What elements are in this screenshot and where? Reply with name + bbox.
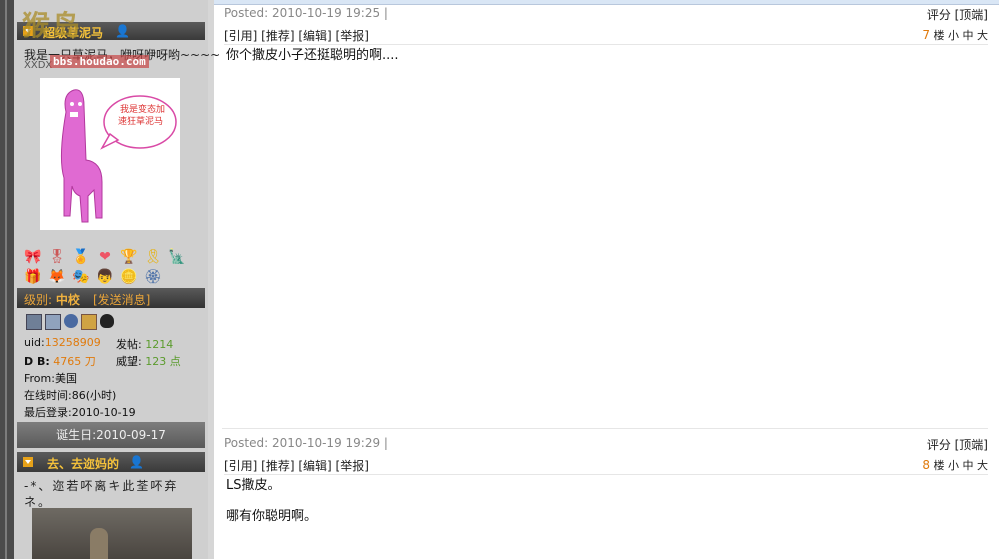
last-login: 最后登录:2010-10-19 — [24, 406, 136, 419]
user-icon: 👤 — [129, 455, 144, 469]
watermark-url: bbs.houdao.com — [50, 55, 149, 68]
online-time: 在线时间:86(小时) — [24, 389, 117, 402]
post-text: 你个撒皮小子还挺聪明的啊.... — [226, 48, 399, 63]
profile-card-icon[interactable] — [26, 314, 42, 330]
user-action-icons — [26, 314, 114, 330]
post-timestamp: Posted: 2010-10-19 19:25 | — [224, 6, 388, 20]
db-value: 4765 刀 — [53, 355, 96, 368]
level-label: 级别: 中校 — [24, 291, 80, 308]
floor-number: 7 — [922, 28, 930, 42]
post-actions[interactable]: [引用] [推荐] [编辑] [举报] — [224, 27, 369, 44]
medal-icon[interactable]: 🗽 — [168, 248, 186, 266]
medal-icon[interactable]: 🎭 — [72, 268, 90, 286]
avatar-speech-1: 我是变态加 — [120, 103, 165, 115]
medal-icon[interactable]: 🎗 — [144, 248, 162, 266]
floor-info: 8 楼 小 中 大 — [922, 457, 988, 473]
user2-title[interactable]: 去、去迩妈的 — [47, 455, 119, 472]
collapse-arrow-icon[interactable] — [23, 457, 33, 467]
user2-avatar — [32, 508, 192, 559]
font-size-links[interactable]: 小 中 大 — [948, 459, 988, 472]
medal-icon[interactable]: 🏵 — [144, 268, 162, 286]
from-text: From:美国 — [24, 372, 77, 385]
prestige-label: 威望: — [116, 355, 142, 368]
level-label-text: 级别: — [24, 293, 53, 307]
level-bar: 级别: 中校 [发送消息] — [17, 288, 205, 308]
birthday-bar: 诞生日:2010-09-17 — [17, 422, 205, 448]
post-content: 你个撒皮小子还挺聪明的啊.... — [226, 48, 399, 79]
post-text: LS撒皮。 — [226, 478, 281, 493]
medal-icon[interactable]: 👦 — [96, 268, 114, 286]
top-bar — [214, 0, 999, 5]
sidebar-border — [208, 0, 214, 559]
add-friend-icon[interactable] — [64, 314, 78, 328]
font-size-links[interactable]: 小 中 大 — [948, 29, 988, 42]
floor-label: 楼 — [933, 459, 945, 472]
medal-list: 🎀 🎖 🏅 ❤ 🏆 🎗 🗽 🎁 🦊 🎭 👦 🪙 🏵 — [24, 248, 200, 286]
uid-label: uid: — [24, 336, 45, 349]
medal-icon[interactable]: 🎁 — [24, 268, 42, 286]
rate-top-links[interactable]: 评分 [顶端] — [927, 436, 988, 453]
post-content: LS撒皮。 哪有你聪明啊。 — [226, 478, 317, 540]
note-icon[interactable] — [45, 314, 61, 330]
post-timestamp: Posted: 2010-10-19 19:29 | — [224, 436, 388, 450]
medal-icon[interactable]: 🏅 — [72, 248, 90, 266]
user-sidebar: 猴岛 bbs.houdao.com 超级草泥马 👤 我是一只草泥马，咿呀咿呀哟~… — [14, 0, 220, 559]
send-message-link[interactable]: [发送消息] — [93, 291, 150, 308]
medal-icon[interactable]: 🦊 — [48, 268, 66, 286]
floor-info: 7 楼 小 中 大 — [922, 27, 988, 43]
post-separator — [222, 428, 988, 429]
floor-label: 楼 — [933, 29, 945, 42]
user-stats: uid:13258909 发帖: 1214 D B: 4765 刀 威望: 12… — [24, 336, 214, 421]
user2-header[interactable]: 去、去迩妈的 👤 — [17, 452, 205, 472]
mailbox-icon[interactable] — [81, 314, 97, 330]
medal-icon[interactable]: 🪙 — [120, 268, 138, 286]
watermark-logo-text: 猴岛 — [22, 9, 83, 42]
medal-icon[interactable]: 🎖 — [48, 248, 66, 266]
watermark-logo: 猴岛 bbs.houdao.com — [14, 0, 174, 68]
rate-top-links[interactable]: 评分 [顶端] — [927, 6, 988, 23]
post-text: 哪有你聪明啊。 — [226, 509, 318, 524]
posts-label: 发帖: — [116, 338, 142, 351]
medal-icon[interactable]: 🏆 — [120, 248, 138, 266]
user1-avatar: 我是变态加 速狂草泥马 — [40, 78, 180, 230]
db-label: D B: — [24, 355, 50, 368]
posts-value: 1214 — [145, 338, 174, 351]
left-frame-strip — [0, 0, 14, 559]
qq-icon[interactable] — [100, 314, 114, 328]
prestige-value: 123 点 — [145, 355, 181, 368]
level-value: 中校 — [55, 293, 80, 307]
medal-icon[interactable]: 🎀 — [24, 248, 42, 266]
medal-icon[interactable]: ❤ — [96, 248, 114, 266]
uid-value: 13258909 — [44, 336, 101, 349]
post-actions[interactable]: [引用] [推荐] [编辑] [举报] — [224, 457, 369, 474]
avatar-speech-2: 速狂草泥马 — [118, 115, 163, 127]
floor-number: 8 — [922, 458, 930, 472]
user2-signature: -*、迩若吥离キ此荃吥弃ネ。 — [24, 479, 179, 509]
